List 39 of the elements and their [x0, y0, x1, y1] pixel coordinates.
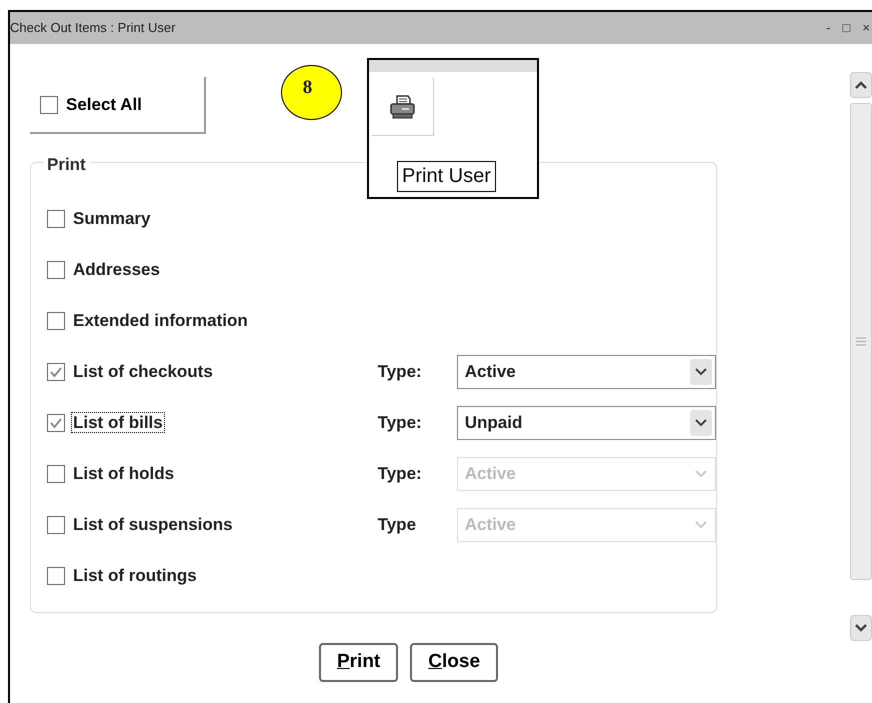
checkbox[interactable]: [47, 362, 65, 380]
type-dropdown[interactable]: Active: [456, 354, 716, 388]
caret-icon: [695, 418, 707, 426]
minimize-button[interactable]: -: [826, 20, 831, 36]
type-label: Type:: [378, 462, 423, 485]
print-button[interactable]: [372, 78, 434, 136]
scrollbar-thumb[interactable]: [850, 103, 872, 580]
scroll-up-button[interactable]: [850, 72, 872, 98]
printer-icon: [390, 94, 416, 118]
chevron-down-icon: [855, 624, 868, 632]
option-label[interactable]: List of bills: [71, 412, 165, 433]
caret-icon: [695, 368, 707, 376]
checkbox[interactable]: [47, 566, 65, 584]
option-label[interactable]: Extended information: [71, 310, 250, 331]
select-all-checkbox[interactable]: Select All: [30, 77, 206, 134]
window-title: Check Out Items : Print User: [10, 19, 176, 38]
chevron-up-icon: [855, 81, 868, 89]
checkbox[interactable]: [47, 312, 65, 330]
close-button[interactable]: ×: [862, 20, 870, 36]
caret-icon: [695, 520, 707, 528]
grip-icon: [856, 337, 866, 346]
option-label[interactable]: List of checkouts: [71, 360, 215, 382]
type-label: Type:: [378, 412, 423, 434]
type-label: Type:: [378, 360, 423, 383]
checkbox[interactable]: [47, 210, 65, 228]
option-label[interactable]: List of routings: [71, 564, 199, 586]
close-button[interactable]: Close: [410, 643, 498, 682]
print-button[interactable]: Print: [318, 643, 398, 682]
tooltip: Print User: [397, 161, 496, 192]
option-label[interactable]: Addresses: [71, 258, 162, 280]
scroll-down-button[interactable]: [850, 615, 872, 641]
callout-number: 8: [281, 65, 342, 120]
option-label[interactable]: Summary: [71, 208, 152, 229]
checkbox[interactable]: [47, 260, 65, 278]
type-label: Type: [378, 514, 418, 536]
type-dropdown[interactable]: Unpaid: [456, 406, 716, 440]
checkbox[interactable]: [47, 414, 65, 432]
caret-icon: [695, 470, 707, 478]
maximize-button[interactable]: □: [842, 20, 850, 36]
